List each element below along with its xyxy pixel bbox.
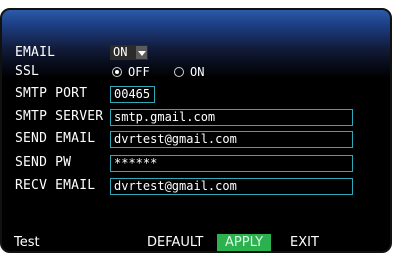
recv-email-field[interactable]: dvrtest@gmail.com	[110, 178, 353, 195]
smtp-port-field[interactable]: 00465	[110, 86, 155, 103]
chevron-down-icon[interactable]	[136, 46, 147, 59]
send-email-field[interactable]: dvrtest@gmail.com	[110, 131, 353, 148]
apply-button[interactable]: APPLY	[217, 234, 272, 251]
default-button[interactable]: DEFAULT	[147, 234, 203, 251]
smtp-server-field[interactable]: smtp.gmail.com	[110, 109, 353, 126]
send-pw-label: SEND PW	[15, 155, 72, 170]
ssl-label: SSL	[15, 64, 40, 79]
send-email-label: SEND EMAIL	[15, 131, 96, 146]
ssl-off-label: OFF	[128, 65, 150, 79]
recv-email-label: RECV EMAIL	[15, 178, 96, 193]
radio-selected-icon	[112, 67, 122, 77]
test-button[interactable]: Test	[14, 234, 40, 251]
exit-button[interactable]: EXIT	[290, 234, 319, 251]
ssl-off-radio[interactable]: OFF	[112, 65, 150, 79]
email-label: EMAIL	[15, 45, 56, 60]
smtp-port-label: SMTP PORT	[15, 86, 88, 101]
radio-unselected-icon	[174, 67, 184, 77]
dvr-email-settings-screen: EMAIL ON SSL OFF ON SMTP PORT 00465 SMTP…	[0, 8, 392, 253]
ssl-on-label: ON	[190, 65, 205, 79]
smtp-server-label: SMTP SERVER	[15, 109, 104, 124]
ssl-on-radio[interactable]: ON	[174, 65, 204, 79]
send-pw-field[interactable]: ******	[110, 155, 353, 172]
